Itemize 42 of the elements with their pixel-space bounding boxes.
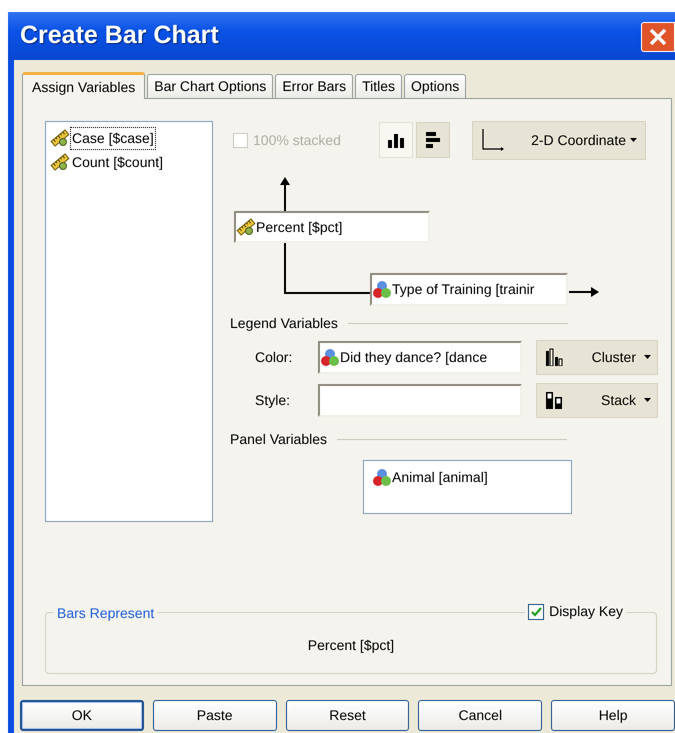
panel-variables-field[interactable]: Animal [animal]	[363, 460, 572, 514]
tab[interactable]: Titles	[355, 74, 402, 98]
caret-icon	[644, 355, 651, 359]
coordinate-dropdown-button[interactable]: 2-D Coordinate	[472, 120, 646, 160]
dialog-button[interactable]: Help	[551, 700, 675, 731]
stacked-bars-icon	[545, 391, 563, 409]
y-axis-field[interactable]: Percent [$pct]	[234, 211, 430, 243]
window-title: Create Bar Chart	[20, 20, 219, 52]
bars-represent-value: Percent [$pct]	[308, 636, 394, 655]
close-button[interactable]	[641, 22, 675, 52]
checkmark-icon	[530, 606, 542, 616]
dialog-button[interactable]: Reset	[286, 700, 410, 731]
axes-icon	[481, 129, 505, 151]
x-axis-arrow	[569, 287, 599, 297]
close-icon	[649, 28, 667, 46]
tab[interactable]: Error Bars	[275, 74, 354, 98]
mode-dropdown-button[interactable]: Cluster	[536, 340, 658, 374]
field-label: Style:	[254, 390, 292, 410]
clustered-bars-icon	[545, 348, 563, 366]
dialog-button[interactable]: Cancel	[418, 700, 542, 731]
dialog-button[interactable]: Paste	[152, 700, 277, 731]
caret-icon	[644, 398, 651, 402]
tab[interactable]: Bar Chart Options	[147, 74, 274, 98]
tab[interactable]: Assign Variables	[22, 72, 146, 99]
caret-icon	[630, 138, 637, 142]
legend-field[interactable]	[318, 384, 522, 416]
horizontal-bars-icon	[426, 131, 440, 149]
orientation-button[interactable]	[416, 122, 450, 158]
vertical-bars-icon	[387, 132, 405, 148]
panel-variable: Animal [animal]	[392, 468, 488, 487]
display-key-checkbox[interactable]: Display Key	[525, 601, 626, 622]
dialog-button[interactable]: OK	[20, 700, 144, 731]
mode-dropdown-button[interactable]: Stack	[536, 382, 658, 418]
section-heading: Legend Variables	[230, 314, 338, 333]
y-axis-arrow	[280, 177, 290, 213]
legend-field[interactable]: Did they dance? [dance	[318, 340, 522, 374]
x-axis-field[interactable]: Type of Training [trainir	[370, 273, 568, 306]
orientation-button[interactable]	[379, 122, 413, 158]
field-label: Color:	[254, 348, 294, 366]
variable-item[interactable]: Count [$count]	[50, 150, 212, 174]
section-heading: Panel Variables	[230, 430, 328, 448]
tab[interactable]: Options	[404, 74, 466, 98]
